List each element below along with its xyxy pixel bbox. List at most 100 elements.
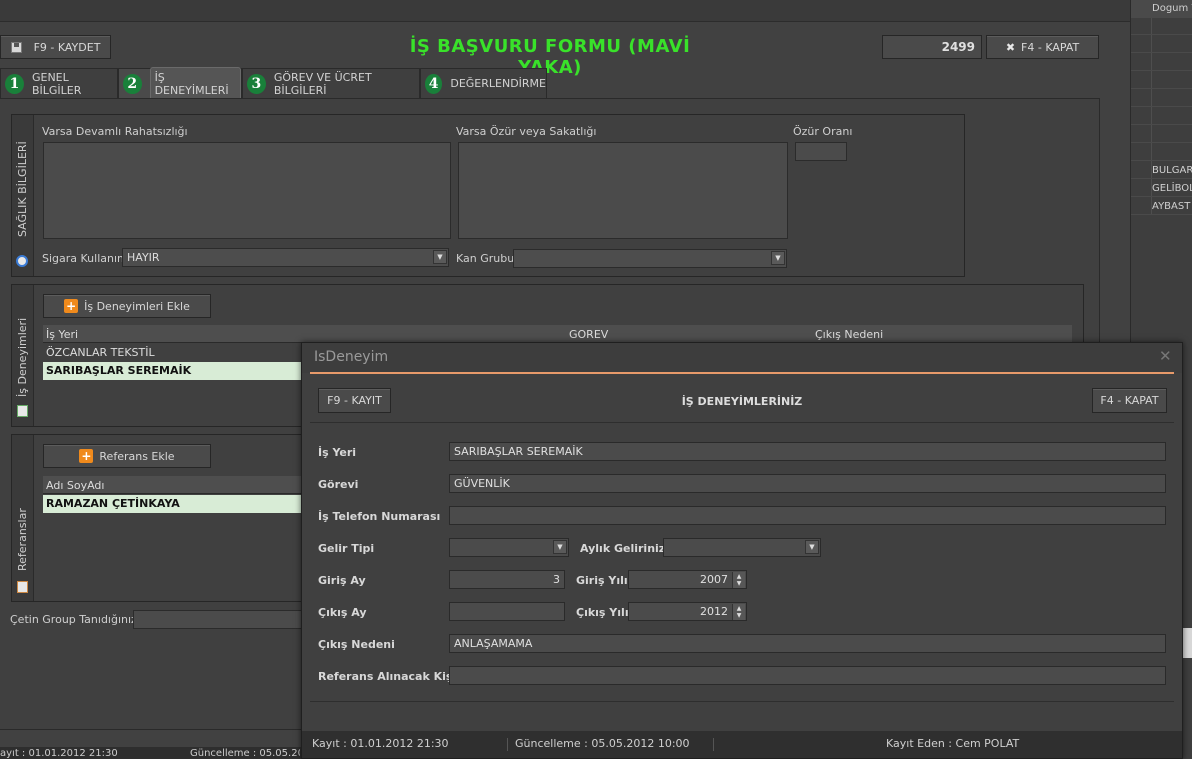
dialog-close-button[interactable]: F4 - KAPAT	[1092, 388, 1167, 413]
disability-textarea[interactable]	[458, 142, 788, 239]
references-section-label: Referanslar	[16, 508, 29, 571]
grid-row[interactable]	[1131, 54, 1192, 71]
tab-number-badge: 1	[5, 73, 24, 94]
main-created-status: ayıt : 01.01.2012 21:30	[0, 748, 118, 759]
document-icon	[17, 405, 28, 417]
tab-number-badge: 3	[247, 73, 266, 94]
grid-row[interactable]	[1131, 144, 1192, 161]
chronic-illness-label: Varsa Devamlı Rahatsızlığı	[42, 125, 188, 138]
divider	[310, 701, 1174, 702]
column-header-role[interactable]: GOREV	[569, 328, 608, 341]
workplace-label: İş Yeri	[318, 446, 357, 459]
work-phone-label: İş Telefon Numarası	[318, 510, 441, 523]
dialog-save-label: F9 - KAYIT	[327, 394, 382, 407]
tab-general-info[interactable]: 1 GENEL BİLGİLER	[0, 68, 118, 98]
monthly-income-label: Aylık Geliriniz	[580, 542, 666, 555]
start-year-value: 2007	[700, 573, 728, 586]
grid-row[interactable]: AYBAST	[1131, 198, 1192, 215]
role-input[interactable]: GÜVENLİK	[449, 474, 1166, 493]
dialog-status-bar: Kayıt : 01.01.2012 21:30 Güncelleme : 05…	[302, 731, 1182, 758]
close-icon: ✖	[1005, 40, 1016, 54]
dialog-created-status: Kayıt : 01.01.2012 21:30	[312, 737, 449, 750]
dialog-title-bar[interactable]: IsDeneyim ✕	[302, 343, 1182, 373]
dialog-heading: İŞ DENEYİMLERİNİZ	[681, 395, 803, 408]
save-button[interactable]: F9 - KAYDET	[0, 35, 111, 59]
grid-column-header: Dogum Y	[1131, 0, 1192, 18]
column-header-exit-reason[interactable]: Çıkış Nedeni	[815, 328, 883, 341]
disability-rate-input[interactable]	[795, 142, 847, 161]
workplace-input[interactable]: SARIBAŞLAR SEREMAİK	[449, 442, 1166, 461]
chevron-down-icon[interactable]: ▼	[553, 540, 567, 554]
reference-person-input[interactable]	[449, 666, 1166, 685]
grid-row[interactable]	[1131, 36, 1192, 53]
scrollbar-thumb[interactable]	[1183, 628, 1192, 658]
status-separator	[507, 738, 508, 751]
dialog-save-button[interactable]: F9 - KAYIT	[318, 388, 391, 413]
smoking-select[interactable]: HAYIR ▼	[122, 248, 449, 267]
health-section-label: SAĞLIK BİLGİLERİ	[16, 141, 29, 237]
income-type-select[interactable]: ▼	[449, 538, 569, 557]
chronic-illness-textarea[interactable]	[43, 142, 451, 239]
start-year-label: Giriş Yılı	[576, 574, 628, 587]
floppy-disk-icon	[10, 41, 22, 53]
grid-row[interactable]	[1131, 126, 1192, 143]
chevron-down-icon[interactable]: ▼	[805, 540, 819, 554]
table-row[interactable]: ÖZCANLAR TEKSTİL	[43, 344, 303, 362]
table-row[interactable]: RAMAZAN ÇETİNKAYA	[43, 495, 303, 513]
role-label: Görevi	[318, 478, 359, 491]
tab-label: GÖREV VE ÜCRET BİLGİLERİ	[273, 70, 372, 97]
spinner-arrows-icon[interactable]: ▲ ▼	[732, 572, 745, 588]
tab-number-badge: 2	[123, 73, 142, 94]
end-month-label: Çıkış Ay	[318, 606, 367, 619]
dialog-accent-line	[310, 372, 1174, 374]
exit-reason-input[interactable]: ANLAŞAMAMA	[449, 634, 1166, 653]
monthly-income-select[interactable]: ▼	[663, 538, 821, 557]
end-year-label: Çıkış Yılı	[576, 606, 629, 619]
table-row[interactable]: SARIBAŞLAR SEREMAİK	[43, 362, 303, 380]
tab-label: GENEL BİLGİLER	[31, 70, 82, 97]
experience-section-label: İş Deneyimleri	[16, 317, 29, 397]
add-experience-button[interactable]: + İş Deneyimleri Ekle	[43, 294, 211, 318]
start-year-spinner[interactable]: 2007 ▲ ▼	[628, 570, 747, 589]
exit-reason-label: Çıkış Nedeni	[318, 638, 395, 651]
blood-group-select[interactable]: ▼	[513, 249, 787, 268]
dialog-updated-status: Güncelleme : 05.05.2012 10:00	[515, 737, 690, 750]
column-header-workplace[interactable]: İş Yeri	[46, 328, 78, 341]
add-reference-button[interactable]: + Referans Ekle	[43, 444, 211, 468]
blood-group-label: Kan Grubu	[456, 252, 515, 265]
experience-section-sidebar: İş Deneyimleri	[12, 285, 34, 426]
record-number: 2499	[882, 35, 982, 59]
grid-row[interactable]	[1131, 18, 1192, 35]
divider	[310, 422, 1174, 423]
end-month-input[interactable]	[449, 602, 565, 621]
spinner-arrows-icon[interactable]: ▲ ▼	[732, 604, 745, 620]
tab-role-and-pay[interactable]: 3 GÖREV VE ÜCRET BİLGİLERİ	[242, 68, 420, 98]
close-button[interactable]: ✖ F4 - KAPAT	[986, 35, 1099, 59]
smoking-label: Sigara Kullanımı	[42, 252, 131, 265]
column-header-name[interactable]: Adı SoyAdı	[46, 479, 104, 492]
reference-person-label: Referans Alınacak Kişi	[318, 670, 457, 683]
status-separator	[713, 738, 714, 751]
tab-label: DEĞERLENDİRME	[450, 77, 546, 90]
heart-icon	[16, 255, 28, 267]
disability-rate-label: Özür Oranı	[793, 125, 853, 138]
tab-work-experience[interactable]: 2 İŞ DENEYİMLERİ	[118, 66, 242, 101]
end-year-spinner[interactable]: 2012 ▲ ▼	[628, 602, 747, 621]
group-known-input[interactable]	[133, 610, 303, 629]
grid-row[interactable]	[1131, 108, 1192, 125]
income-type-label: Gelir Tipi	[318, 542, 375, 555]
save-button-text: F9 - KAYDET	[33, 40, 101, 54]
tab-label: İŞ DENEYİMLERİ	[149, 66, 241, 101]
start-month-input[interactable]: 3	[449, 570, 565, 589]
close-icon[interactable]: ✕	[1159, 347, 1172, 365]
disability-label: Varsa Özür veya Sakatlığı	[456, 125, 597, 138]
tab-evaluation[interactable]: 4 DEĞERLENDİRME	[420, 68, 547, 98]
grid-row[interactable]	[1131, 72, 1192, 89]
grid-row[interactable]	[1131, 90, 1192, 107]
grid-row[interactable]: GELİBOL	[1131, 180, 1192, 197]
chevron-down-icon[interactable]: ▼	[433, 250, 447, 264]
work-phone-input[interactable]	[449, 506, 1166, 525]
chevron-down-icon[interactable]: ▼	[771, 251, 785, 265]
top-strip	[0, 0, 1130, 22]
grid-row[interactable]: BULGAR	[1131, 162, 1192, 179]
